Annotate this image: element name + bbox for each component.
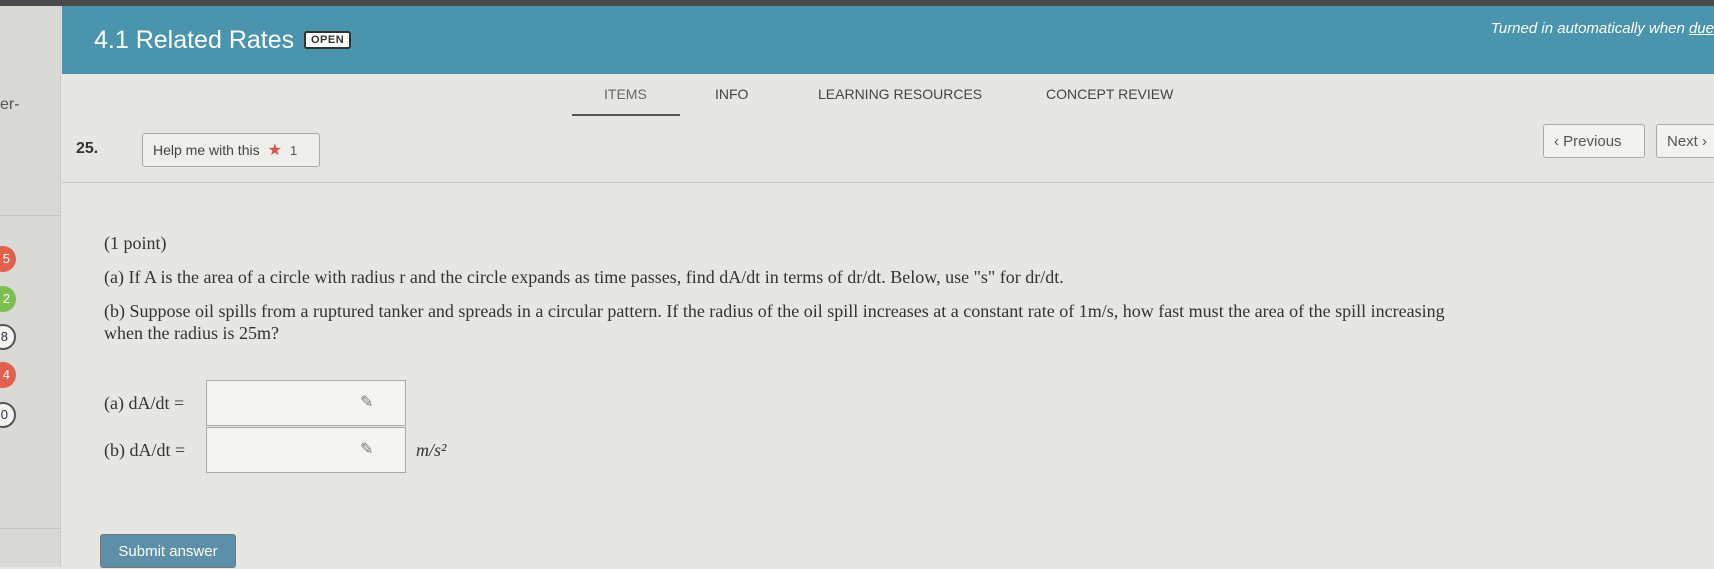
part-b-text-line2: when the radius is 25m?: [104, 323, 279, 343]
tab-bar: ITEMS INFO LEARNING RESOURCES CONCEPT RE…: [0, 86, 1714, 116]
part-b-text-line1: (b) Suppose oil spills from a ruptured t…: [104, 301, 1445, 321]
pencil-icon[interactable]: ✎: [360, 440, 380, 460]
pencil-icon[interactable]: ✎: [360, 393, 380, 413]
help-count: 1: [289, 142, 298, 158]
section-divider: [62, 182, 1714, 183]
due-notice: Turned in automatically when due: [1491, 20, 1714, 37]
help-me-button[interactable]: Help me with this ★ 1: [142, 133, 320, 167]
page-title: 4.1 Related Rates: [94, 26, 295, 54]
help-button-label: Help me with this: [153, 142, 260, 158]
due-link[interactable]: due: [1689, 20, 1714, 37]
tab-learning-resources[interactable]: LEARNING RESOURCES: [818, 86, 982, 102]
assignment-header: 4.1 Related Rates OPEN Turned in automat…: [62, 6, 1714, 74]
question-marker[interactable]: 2: [0, 286, 16, 312]
tab-items[interactable]: ITEMS: [604, 86, 647, 102]
sidebar-divider: [0, 215, 60, 216]
previous-label: Previous: [1563, 132, 1622, 150]
submit-answer-button[interactable]: Submit answer: [100, 534, 236, 568]
status-badge: OPEN: [304, 31, 352, 49]
active-tab-indicator: [572, 114, 680, 116]
part-a-text: (a) If A is the area of a circle with ra…: [104, 267, 1064, 287]
tab-concept-review[interactable]: CONCEPT REVIEW: [1046, 86, 1173, 102]
points-label: (1 point): [104, 233, 167, 253]
due-notice-text: Turned in automatically when: [1490, 20, 1689, 37]
question-marker[interactable]: 8: [0, 324, 16, 350]
chevron-right-icon: ›: [1697, 132, 1708, 150]
question-number: 25.: [76, 140, 99, 157]
question-marker[interactable]: 5: [0, 246, 16, 272]
answer-b-unit: m/s²: [416, 439, 447, 460]
next-label: Next: [1667, 132, 1698, 150]
answer-b-row: (b) dA/dt = m/s²: [104, 427, 446, 473]
tab-info[interactable]: INFO: [715, 86, 748, 102]
sidebar-divider: [0, 528, 60, 529]
star-icon: ★: [267, 142, 282, 159]
question-marker[interactable]: 0: [0, 402, 16, 428]
chevron-left-icon: ‹: [1554, 132, 1564, 150]
next-button[interactable]: Next ›: [1656, 124, 1714, 158]
answer-a-label: (a) dA/dt =: [104, 392, 185, 413]
problem-text: (1 point) (a) If A is the area of a circ…: [104, 232, 1664, 344]
answer-b-label: (b) dA/dt =: [104, 439, 186, 460]
previous-button[interactable]: ‹ Previous: [1543, 124, 1645, 158]
question-marker[interactable]: 4: [0, 362, 16, 388]
